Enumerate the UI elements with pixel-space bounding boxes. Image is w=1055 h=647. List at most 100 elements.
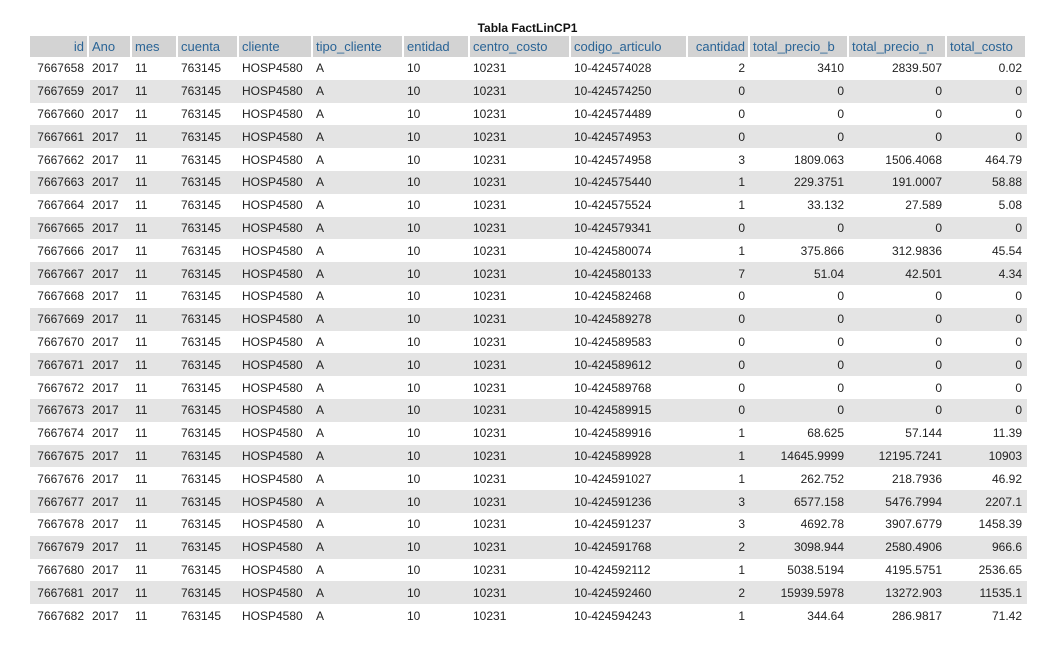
cell-centro-costo: 10231	[470, 490, 571, 513]
cell-centro-costo: 10231	[470, 558, 571, 582]
column-header-cuenta[interactable]: cuenta	[178, 36, 239, 57]
cell-cantidad: 0	[688, 307, 750, 331]
cell-codigo-articulo: 10-424594243	[571, 604, 688, 627]
cell-ano: 2017	[89, 330, 132, 354]
table-row[interactable]: 7667666 2017 11 763145 HOSP4580 A 10 10231 10-42…	[30, 239, 1027, 263]
cell-ano: 2017	[89, 604, 132, 627]
table-row[interactable]: 7667660 2017 11 763145 HOSP4580 A 10 10231 10-42…	[30, 102, 1027, 126]
cell-mes: 11	[132, 581, 178, 605]
cell-entidad: 10	[404, 353, 470, 377]
cell-codigo-articulo: 10-424580074	[571, 239, 688, 263]
cell-centro-costo: 10231	[470, 216, 571, 240]
cell-total-costo: 10903	[947, 444, 1027, 468]
table-row[interactable]: 7667677 2017 11 763145 HOSP4580 A 10 10231 10-42…	[30, 490, 1027, 513]
table-row[interactable]: 7667670 2017 11 763145 HOSP4580 A 10 10231 10-42…	[30, 330, 1027, 354]
cell-cuenta: 763145	[178, 558, 239, 582]
cell-mes: 11	[132, 170, 178, 194]
cell-total-precio-b: 0	[750, 102, 849, 126]
cell-codigo-articulo: 10-424575440	[571, 170, 688, 194]
table-row[interactable]: 7667681 2017 11 763145 HOSP4580 A 10 10231 10-42…	[30, 581, 1027, 605]
cell-id: 7667672	[30, 376, 89, 399]
table-row[interactable]: 7667661 2017 11 763145 HOSP4580 A 10 10231 10-42…	[30, 125, 1027, 149]
cell-total-precio-n: 12195.7241	[849, 444, 947, 468]
cell-cliente: HOSP4580	[239, 535, 313, 559]
table-row[interactable]: 7667674 2017 11 763145 HOSP4580 A 10 10231 10-42…	[30, 421, 1027, 445]
cell-total-costo: 0	[947, 125, 1027, 149]
column-header-codigo-articulo[interactable]: codigo_articulo	[571, 36, 688, 57]
cell-mes: 11	[132, 353, 178, 377]
cell-id: 7667663	[30, 170, 89, 194]
cell-total-precio-n: 4195.5751	[849, 558, 947, 582]
cell-cliente: HOSP4580	[239, 125, 313, 149]
table-row[interactable]: 7667663 2017 11 763145 HOSP4580 A 10 10231 10-42…	[30, 170, 1027, 194]
cell-cuenta: 763145	[178, 262, 239, 285]
cell-entidad: 10	[404, 398, 470, 422]
column-header-total-precio-b[interactable]: total_precio_b	[750, 36, 849, 57]
cell-total-costo: 0	[947, 376, 1027, 399]
fact-table: id Ano mes cuenta cliente tipo_cliente e…	[30, 36, 1027, 627]
table-row[interactable]: 7667669 2017 11 763145 HOSP4580 A 10 10231 10-42…	[30, 307, 1027, 331]
table-row[interactable]: 7667675 2017 11 763145 HOSP4580 A 10 10231 10-42…	[30, 444, 1027, 468]
cell-codigo-articulo: 10-424591237	[571, 512, 688, 536]
table-row[interactable]: 7667672 2017 11 763145 HOSP4580 A 10 10231 10-42…	[30, 376, 1027, 399]
cell-cliente: HOSP4580	[239, 102, 313, 126]
cell-total-costo: 2536.65	[947, 558, 1027, 582]
table-row[interactable]: 7667680 2017 11 763145 HOSP4580 A 10 10231 10-42…	[30, 558, 1027, 582]
table-row[interactable]: 7667668 2017 11 763145 HOSP4580 A 10 10231 10-42…	[30, 284, 1027, 308]
cell-entidad: 10	[404, 444, 470, 468]
cell-total-costo: 0	[947, 102, 1027, 126]
cell-entidad: 10	[404, 330, 470, 354]
column-header-centro-costo[interactable]: centro_costo	[470, 36, 571, 57]
column-header-ano[interactable]: Ano	[89, 36, 132, 57]
table-row[interactable]: 7667664 2017 11 763145 HOSP4580 A 10 10231 10-42…	[30, 193, 1027, 217]
column-header-total-costo[interactable]: total_costo	[947, 36, 1027, 57]
cell-mes: 11	[132, 398, 178, 422]
table-row[interactable]: 7667667 2017 11 763145 HOSP4580 A 10 10231 10-42…	[30, 262, 1027, 285]
cell-codigo-articulo: 10-424582468	[571, 284, 688, 308]
cell-cliente: HOSP4580	[239, 193, 313, 217]
column-header-total-precio-n[interactable]: total_precio_n	[849, 36, 947, 57]
cell-mes: 11	[132, 262, 178, 285]
cell-codigo-articulo: 10-424574958	[571, 148, 688, 171]
cell-codigo-articulo: 10-424591768	[571, 535, 688, 559]
cell-entidad: 10	[404, 307, 470, 331]
table-row[interactable]: 7667676 2017 11 763145 HOSP4580 A 10 10231 10-42…	[30, 467, 1027, 491]
cell-ano: 2017	[89, 467, 132, 491]
cell-tipo-cliente: A	[313, 307, 404, 331]
cell-total-precio-n: 0	[849, 79, 947, 103]
cell-centro-costo: 10231	[470, 444, 571, 468]
table-row[interactable]: 7667679 2017 11 763145 HOSP4580 A 10 10231 10-42…	[30, 535, 1027, 559]
table-row[interactable]: 7667658 2017 11 763145 HOSP4580 A 10 10231 10-42…	[30, 57, 1027, 80]
column-header-entidad[interactable]: entidad	[404, 36, 470, 57]
table-row[interactable]: 7667671 2017 11 763145 HOSP4580 A 10 10231 10-42…	[30, 353, 1027, 377]
cell-entidad: 10	[404, 421, 470, 445]
column-header-cantidad[interactable]: cantidad	[688, 36, 750, 57]
cell-centro-costo: 10231	[470, 353, 571, 377]
cell-cantidad: 2	[688, 581, 750, 605]
cell-cuenta: 763145	[178, 490, 239, 513]
cell-cantidad: 0	[688, 102, 750, 126]
table-row[interactable]: 7667678 2017 11 763145 HOSP4580 A 10 10231 10-42…	[30, 512, 1027, 536]
table-row[interactable]: 7667665 2017 11 763145 HOSP4580 A 10 10231 10-42…	[30, 216, 1027, 240]
column-header-id[interactable]: id	[30, 36, 89, 57]
table-row[interactable]: 7667659 2017 11 763145 HOSP4580 A 10 10231 10-42…	[30, 79, 1027, 103]
cell-id: 7667666	[30, 239, 89, 263]
cell-id: 7667664	[30, 193, 89, 217]
cell-tipo-cliente: A	[313, 148, 404, 171]
cell-cliente: HOSP4580	[239, 558, 313, 582]
cell-cuenta: 763145	[178, 444, 239, 468]
cell-total-precio-n: 0	[849, 102, 947, 126]
cell-total-precio-b: 0	[750, 330, 849, 354]
cell-cuenta: 763145	[178, 79, 239, 103]
cell-id: 7667671	[30, 353, 89, 377]
cell-total-costo: 966.6	[947, 535, 1027, 559]
column-header-mes[interactable]: mes	[132, 36, 178, 57]
table-row[interactable]: 7667682 2017 11 763145 HOSP4580 A 10 10231 10-42…	[30, 604, 1027, 627]
table-row[interactable]: 7667673 2017 11 763145 HOSP4580 A 10 10231 10-42…	[30, 398, 1027, 422]
column-header-cliente[interactable]: cliente	[239, 36, 313, 57]
cell-total-precio-n: 0	[849, 307, 947, 331]
column-header-tipo-cliente[interactable]: tipo_cliente	[313, 36, 404, 57]
cell-centro-costo: 10231	[470, 125, 571, 149]
table-row[interactable]: 7667662 2017 11 763145 HOSP4580 A 10 10231 10-42…	[30, 148, 1027, 171]
cell-cantidad: 1	[688, 170, 750, 194]
